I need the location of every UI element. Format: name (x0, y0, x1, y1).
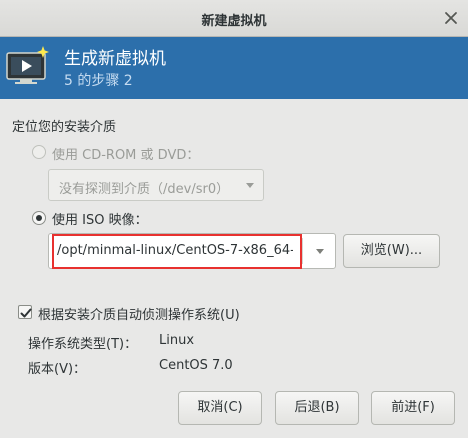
cancel-button[interactable]: 取消(C) (178, 391, 262, 425)
checkmark-icon (20, 308, 32, 318)
auto-detect-label: 根据安装介质自动侦测操作系统(U) (38, 308, 240, 323)
highlight-box (52, 234, 302, 269)
wizard-banner: 生成新虚拟机 5 的步骤 2 (0, 37, 468, 99)
browse-button[interactable]: 浏览(W)... (343, 234, 440, 268)
cdrom-radio-label: 使用 CD-ROM 或 DVD： (52, 148, 200, 163)
auto-detect-checkbox[interactable] (18, 305, 32, 319)
banner-title: 生成新虚拟机 (64, 49, 166, 69)
title-bar: 新建虚拟机 (0, 0, 468, 37)
cdrom-radio[interactable] (32, 145, 46, 159)
back-button[interactable]: 后退(B) (275, 391, 359, 425)
section-label: 定位您的安装介质 (12, 120, 117, 135)
os-type-value: Linux (159, 333, 195, 348)
banner-step: 5 的步骤 2 (64, 73, 133, 89)
forward-button[interactable]: 前进(F) (371, 391, 455, 425)
iso-radio-label: 使用 ISO 映像： (52, 213, 148, 228)
chevron-down-icon[interactable] (316, 249, 324, 254)
version-label: 版本(V)： (28, 362, 87, 377)
close-icon[interactable] (442, 9, 460, 27)
window-title: 新建虚拟机 (201, 14, 267, 29)
chevron-down-icon (246, 183, 254, 188)
cdrom-device-value: 没有探测到介质（/dev/sr0） (59, 182, 230, 197)
version-value: CentOS 7.0 (159, 358, 233, 373)
combo-divider (302, 238, 303, 264)
iso-radio[interactable] (32, 211, 46, 225)
cdrom-device-select[interactable]: 没有探测到介质（/dev/sr0） (48, 169, 264, 201)
monitor-play-icon (6, 45, 52, 87)
os-type-label: 操作系统类型(T)： (28, 337, 138, 352)
